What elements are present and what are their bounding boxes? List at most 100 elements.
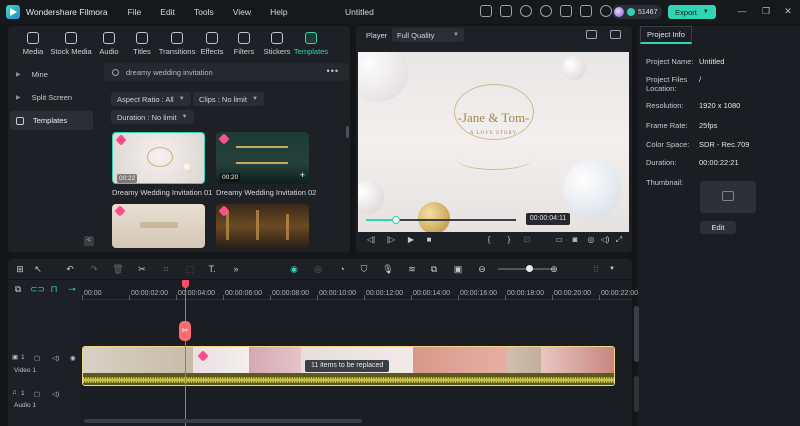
menu-edit[interactable]: Edit [160, 7, 175, 17]
more-tools-icon[interactable]: » [230, 263, 242, 275]
snapshot-icon[interactable] [610, 30, 621, 39]
sidebar-item-split-screen[interactable]: ▶ Split Screen [10, 88, 93, 107]
tab-media[interactable]: Media [12, 30, 54, 56]
cloud-icon[interactable] [540, 5, 552, 17]
stop-icon[interactable]: ■ [424, 235, 434, 245]
ai-tool-icon[interactable]: ◎ [312, 263, 324, 275]
credits-badge[interactable]: 51467 [612, 5, 662, 19]
timeline-track-scrollbar[interactable] [634, 376, 639, 412]
search-input[interactable]: dreamy wedding invitation [126, 68, 213, 77]
tab-project-info[interactable]: Project Info [640, 26, 692, 44]
compare-view-icon[interactable] [586, 30, 597, 39]
chevron-down-icon[interactable]: ▼ [606, 263, 618, 275]
picture-in-picture-icon[interactable]: ⧉ [428, 263, 440, 275]
video-preview[interactable]: -Jane & Tom- A LOVE STORY [358, 52, 629, 232]
playhead-line[interactable] [185, 280, 186, 426]
add-template-icon[interactable]: + [300, 170, 305, 180]
previous-frame-icon[interactable]: ◁| [366, 235, 376, 245]
maximize-icon[interactable]: ❐ [760, 5, 772, 17]
lightbulb-icon[interactable] [520, 5, 532, 17]
extra-tools-icon[interactable]: ⊡ [522, 235, 532, 245]
template-thumbnail-01[interactable]: 00:22 [112, 132, 205, 184]
zoom-slider-handle[interactable] [526, 265, 533, 272]
magnet-icon[interactable]: ⊓ [48, 283, 60, 295]
clips-filter[interactable]: Clips : No limit ▼ [193, 92, 264, 106]
layout-icon[interactable] [500, 5, 512, 17]
volume-icon[interactable]: ◁) [52, 354, 59, 362]
menu-tools[interactable]: Tools [194, 7, 214, 17]
redo-icon[interactable]: ↷ [88, 263, 100, 275]
headset-icon[interactable] [600, 5, 612, 17]
video-track-index: 1 [21, 354, 25, 361]
timeline-ruler[interactable]: 00:00 00:00:02:00 00:00:04:00 00:00:06:00 00… [82, 280, 638, 300]
mic-icon[interactable]: 🎙 [382, 263, 394, 275]
volume-icon[interactable]: ◁) [600, 235, 610, 245]
aspect-ratio-filter[interactable]: Aspect Ratio : All ▼ [111, 92, 191, 106]
auto-beat-icon[interactable]: ◉ [288, 263, 300, 275]
mark-in-icon[interactable]: { [484, 235, 494, 245]
subtitle-icon[interactable]: ▣ [452, 263, 464, 275]
split-scissors-icon[interactable]: ✂ [136, 263, 148, 275]
duration-filter[interactable]: Duration : No limit ▼ [111, 110, 194, 124]
template-thumbnail-04[interactable] [216, 204, 309, 248]
eye-icon[interactable]: ◉ [70, 354, 76, 362]
tab-stock-media[interactable]: Stock Media [50, 30, 92, 56]
speed-icon[interactable]: ◔ [336, 263, 348, 275]
timeline-vertical-scrollbar[interactable] [634, 306, 639, 362]
crop-icon[interactable]: ⌗ [160, 263, 172, 275]
folder-icon[interactable]: ▢ [34, 354, 40, 362]
split-scissors-icon[interactable]: ✂ [179, 321, 191, 341]
bubble-ornament [358, 52, 408, 102]
zoom-out-icon[interactable]: ⊖ [476, 263, 488, 275]
fullscreen-icon[interactable]: ⤢ [614, 235, 624, 245]
play-icon[interactable]: ▶ [406, 235, 416, 245]
template-search[interactable]: dreamy wedding invitation ••• [104, 63, 349, 81]
minimize-icon[interactable]: — [736, 5, 748, 17]
sidebar-item-mine[interactable]: ▶ Mine [10, 65, 93, 84]
info-value: 25fps [699, 121, 718, 130]
text-tool-icon[interactable]: T. [206, 263, 218, 275]
save-icon[interactable] [560, 5, 572, 17]
timeline-horizontal-scrollbar[interactable] [84, 419, 362, 423]
edit-thumbnail-button[interactable]: Edit [700, 221, 736, 234]
mic-icon[interactable]: ◎ [586, 235, 596, 245]
ruler-tick [364, 295, 365, 300]
template-thumbnail-03[interactable] [112, 204, 205, 248]
tab-templates[interactable]: Templates [290, 30, 332, 56]
grid-view-icon[interactable]: ⁞⁞ [590, 263, 602, 275]
camera-icon[interactable]: ◙ [570, 235, 580, 245]
shield-icon[interactable]: ⛉ [358, 263, 370, 275]
quality-select[interactable]: Full Quality ▼ [392, 28, 464, 42]
zoom-in-icon[interactable]: ⊕ [548, 263, 560, 275]
add-track-icon[interactable]: ⧉ [12, 283, 24, 295]
marker-icon[interactable]: ⊸ [66, 283, 78, 295]
grid-icon[interactable] [580, 5, 592, 17]
menu-file[interactable]: File [128, 7, 142, 17]
volume-icon[interactable]: ◁) [52, 390, 59, 398]
filter-label: Aspect Ratio : All [117, 94, 174, 104]
layout-grid-icon[interactable]: ⊞ [14, 263, 26, 275]
mark-out-icon[interactable]: } [504, 235, 514, 245]
play-clip-icon[interactable]: |▷ [386, 235, 396, 245]
feedback-icon[interactable] [480, 5, 492, 17]
playback-scrubber[interactable] [366, 216, 516, 224]
delete-icon[interactable]: 🗑 [112, 263, 124, 275]
template-thumbnail-02[interactable]: 00:20 + [216, 132, 309, 184]
undo-icon[interactable]: ↶ [64, 263, 76, 275]
select-tool-icon[interactable]: ↖ [32, 263, 44, 275]
transform-icon[interactable]: ⬚ [184, 263, 196, 275]
folder-icon[interactable]: ▢ [34, 390, 40, 398]
menu-help[interactable]: Help [270, 7, 287, 17]
menu-view[interactable]: View [233, 7, 251, 17]
close-icon[interactable]: ✕ [782, 5, 794, 17]
sidebar-item-templates[interactable]: Templates [10, 111, 93, 130]
more-options-icon[interactable]: ••• [327, 66, 339, 76]
playhead-handle[interactable] [182, 280, 189, 288]
display-icon[interactable]: ▭ [554, 235, 564, 245]
template-scrollbar[interactable] [346, 126, 349, 138]
scrubber-handle[interactable] [392, 216, 400, 224]
collapse-sidebar-button[interactable]: < [84, 236, 94, 246]
export-button[interactable]: Export ▼ [668, 5, 716, 19]
audio-tools-icon[interactable]: ≋ [406, 263, 418, 275]
link-icon[interactable]: ⊂⊃ [30, 283, 45, 295]
